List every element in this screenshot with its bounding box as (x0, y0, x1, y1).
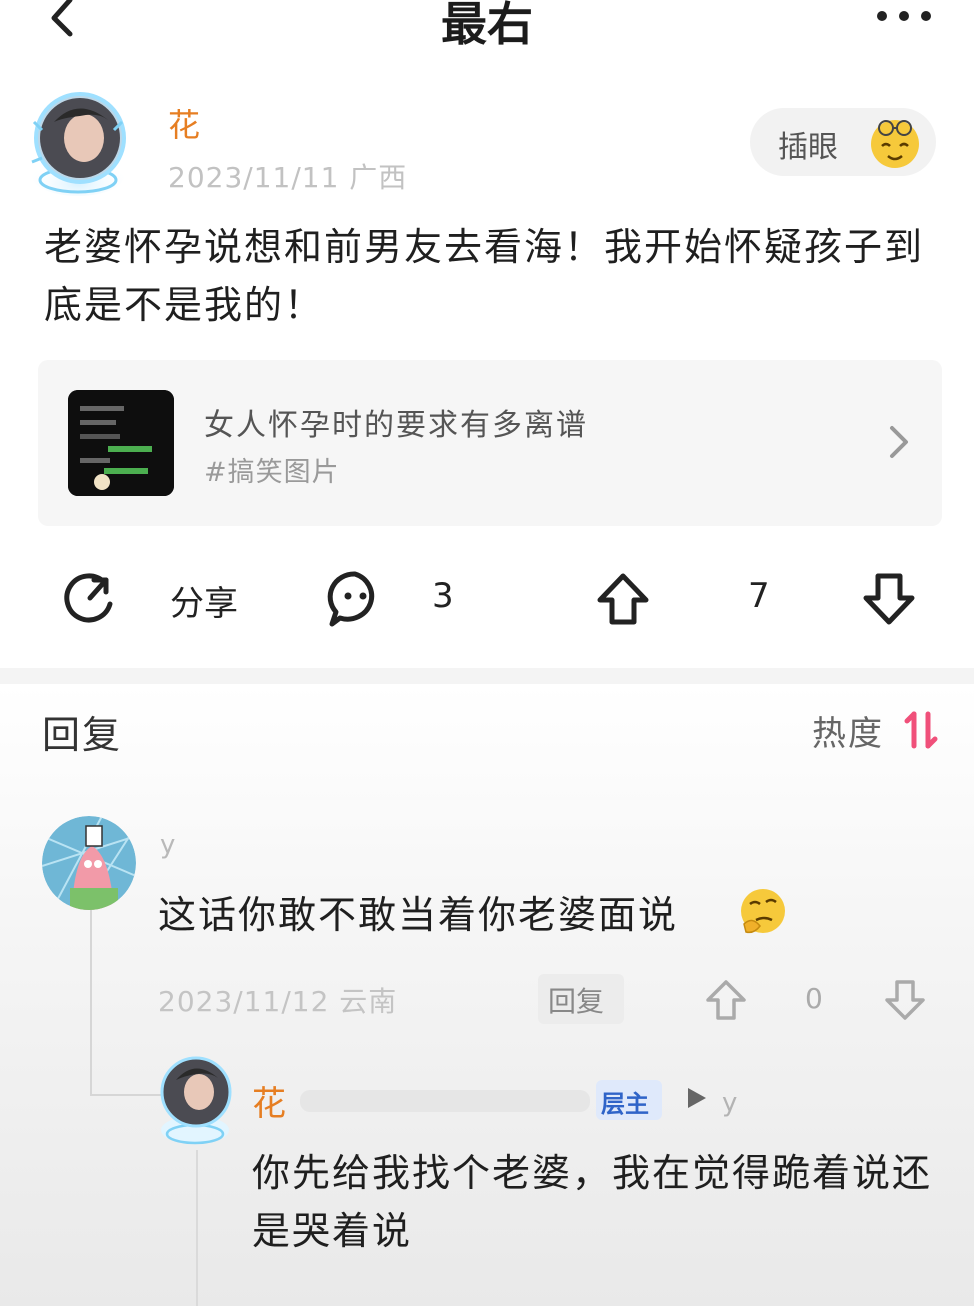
chevron-right-icon (890, 426, 908, 458)
reply-author-name[interactable]: 花 (252, 1076, 286, 1125)
thread-line (90, 910, 92, 1096)
author-name[interactable]: 花 (168, 100, 200, 146)
op-badge-label: 层主 (601, 1090, 649, 1118)
card-thumbnail (68, 390, 174, 496)
chayan-button[interactable]: 插眼 (750, 108, 936, 176)
downvote-icon[interactable] (860, 570, 918, 628)
comment-location: 云南 (339, 985, 398, 1018)
section-divider (0, 668, 974, 684)
post-meta: 2023/11/11 广西 (168, 156, 407, 196)
comment-count: 3 (432, 576, 454, 616)
comment-icon[interactable] (326, 570, 384, 628)
op-badge: 层主 (596, 1080, 662, 1120)
reply-author-avatar[interactable] (150, 1052, 240, 1148)
reply-button[interactable]: 回复 (538, 974, 624, 1024)
link-card[interactable]: 女人怀孕时的要求有多离谱 #搞笑图片 (38, 360, 942, 526)
page-title: 最右 (441, 0, 533, 51)
downvote-icon[interactable] (882, 978, 928, 1022)
sort-label[interactable]: 热度 (812, 706, 884, 755)
commenter-name[interactable]: y (160, 830, 175, 860)
top-bar: 最右 (0, 0, 974, 70)
upvote-icon[interactable] (704, 978, 748, 1022)
reply-arrow-icon (688, 1088, 706, 1108)
blurred-text (300, 1090, 590, 1112)
comment-like-count: 0 (805, 982, 823, 1015)
more-icon[interactable] (872, 6, 936, 26)
reply-text: 你先给我找个老婆，我在觉得跪着说还是哭着说 (252, 1151, 933, 1253)
card-title: 女人怀孕时的要求有多离谱 (204, 408, 588, 443)
share-icon[interactable] (60, 570, 118, 628)
post-location: 广西 (349, 161, 408, 194)
action-bar: 分享 3 7 (0, 560, 974, 640)
author-avatar[interactable] (18, 92, 138, 202)
back-icon[interactable] (40, 0, 84, 44)
like-count: 7 (748, 576, 770, 616)
thread-line (196, 1150, 198, 1306)
replies-heading: 回复 (42, 713, 123, 757)
thinking-emoji-icon (741, 889, 785, 934)
commenter-avatar[interactable] (42, 816, 136, 910)
upvote-icon[interactable] (594, 570, 652, 628)
comment-meta: 2023/11/12 云南 (158, 980, 397, 1020)
chayan-label: 插眼 (778, 130, 838, 165)
comment-date: 2023/11/12 (158, 985, 330, 1018)
card-tag[interactable]: #搞笑图片 (204, 450, 340, 489)
comment-text: 这话你敢不敢当着你老婆面说 (158, 893, 679, 937)
sort-icon[interactable] (904, 710, 938, 750)
reply-target-name[interactable]: y (722, 1088, 737, 1118)
reply-button-label: 回复 (548, 985, 605, 1018)
post-date: 2023/11/11 (168, 161, 340, 194)
peek-emoji-icon (871, 120, 919, 168)
post-text: 老婆怀孕说想和前男友去看海！我开始怀疑孩子到底是不是我的！ (44, 225, 925, 327)
share-label[interactable]: 分享 (170, 576, 238, 625)
